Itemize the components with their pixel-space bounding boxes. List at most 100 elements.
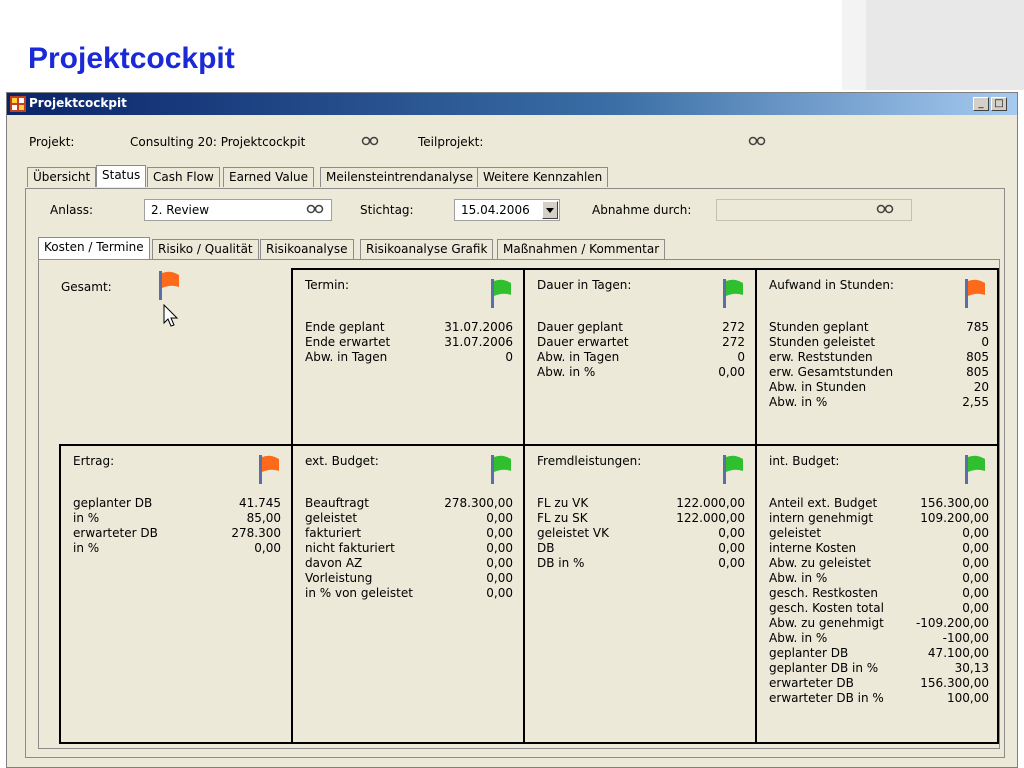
- anlass-field[interactable]: 2. Review: [144, 199, 332, 221]
- gesamt-status-flag-icon: [159, 271, 179, 300]
- table-row: FL zu SK 122.000,00: [537, 511, 745, 525]
- aufwand-title: Aufwand in Stunden:: [769, 278, 894, 292]
- abnahme-label: Abnahme durch:: [592, 203, 692, 217]
- fremdleistungen-cell: Fremdleistungen: FL zu VK 122.000,00 FL z…: [523, 444, 757, 744]
- table-row: geplanter DB in % 30,13: [769, 661, 989, 675]
- gesamt-cell: Gesamt:: [39, 268, 293, 444]
- ertrag-title: Ertrag:: [73, 454, 115, 468]
- slide-decoration-strip: [842, 0, 866, 90]
- table-row: Abw. zu genehmigt -109.200,00: [769, 616, 989, 630]
- table-row: in % 0,00: [73, 541, 281, 555]
- aufwand-cell: Aufwand in Stunden: Stunden geplant 785 S…: [755, 268, 999, 446]
- termin-status-flag-icon: [491, 279, 511, 308]
- table-row: erwarteter DB 278.300: [73, 526, 281, 540]
- table-row: interne Kosten 0,00: [769, 541, 989, 555]
- tab-earned-value[interactable]: Earned Value: [223, 167, 315, 187]
- gesamt-label: Gesamt:: [61, 280, 112, 294]
- termin-title: Termin:: [305, 278, 350, 292]
- tab-risikoanalyse[interactable]: Risikoanalyse: [260, 239, 354, 259]
- int-budget-cell: int. Budget: Anteil ext. Budget 156.300,0…: [755, 444, 999, 744]
- table-row: fakturiert 0,00: [305, 526, 513, 540]
- termin-cell: Termin: Ende geplant 31.07.2006 Ende erwa…: [291, 268, 525, 446]
- status-panel: Anlass: 2. Review Stichtag: 15.04.2006 A…: [25, 188, 1005, 758]
- anlass-value: 2. Review: [151, 203, 210, 217]
- tab-status[interactable]: Status: [96, 165, 147, 187]
- dauer-rows: Dauer geplant 272 Dauer erwartet 272 Abw. …: [537, 320, 745, 380]
- table-row: Dauer erwartet 272: [537, 335, 745, 349]
- aufwand-rows: Stunden geplant 785 Stunden geleistet 0 er…: [769, 320, 989, 410]
- table-row: Abw. in % 0,00: [769, 571, 989, 585]
- termin-rows: Ende geplant 31.07.2006 Ende erwartet 31.0…: [305, 320, 513, 365]
- stichtag-date-picker[interactable]: 15.04.2006: [454, 199, 560, 221]
- window-titlebar[interactable]: Projektcockpit _ □: [7, 93, 1017, 115]
- anlass-lookup-glasses-icon[interactable]: [306, 203, 324, 215]
- abnahme-lookup-glasses-icon[interactable]: [876, 203, 894, 215]
- window-title: Projektcockpit: [29, 96, 127, 110]
- table-row: Ende geplant 31.07.2006: [305, 320, 513, 334]
- main-tab-strip: Übersicht Status Cash Flow Earned Value …: [27, 165, 1007, 189]
- table-row: erw. Gesamtstunden 805: [769, 365, 989, 379]
- table-row: erwarteter DB in % 100,00: [769, 691, 989, 705]
- int-budget-rows: Anteil ext. Budget 156.300,00 intern gene…: [769, 496, 989, 706]
- tab-risikoanalyse-grafik[interactable]: Risikoanalyse Grafik: [360, 239, 494, 259]
- table-row: Abw. in Stunden 20: [769, 380, 989, 394]
- ext-budget-status-flag-icon: [491, 455, 511, 484]
- table-row: Abw. in Tagen 0: [537, 350, 745, 364]
- table-row: Abw. in % 0,00: [537, 365, 745, 379]
- minimize-button[interactable]: _: [973, 97, 989, 111]
- ertrag-status-flag-icon: [259, 455, 279, 484]
- teilprojekt-label: Teilprojekt:: [418, 135, 484, 149]
- table-row: in % von geleistet 0,00: [305, 586, 513, 600]
- teilprojekt-lookup-glasses-icon[interactable]: [748, 135, 766, 147]
- table-row: Anteil ext. Budget 156.300,00: [769, 496, 989, 510]
- table-row: Abw. zu geleistet 0,00: [769, 556, 989, 570]
- stichtag-dropdown-button[interactable]: [542, 201, 558, 219]
- dauer-title: Dauer in Tagen:: [537, 278, 632, 292]
- stichtag-label: Stichtag:: [360, 203, 414, 217]
- table-row: DB in % 0,00: [537, 556, 745, 570]
- tab-massnahmen-kommentar[interactable]: Maßnahmen / Kommentar: [497, 239, 666, 259]
- table-row: Abw. in % -100,00: [769, 631, 989, 645]
- table-row: Dauer geplant 272: [537, 320, 745, 334]
- slide-decoration-panel: [842, 0, 1024, 90]
- ertrag-rows: geplanter DB 41.745 in % 85,00 erwarteter …: [73, 496, 281, 556]
- table-row: Stunden geplant 785: [769, 320, 989, 334]
- stichtag-value: 15.04.2006: [461, 203, 530, 217]
- tab-meilensteintrendanalyse[interactable]: Meilensteintrendanalyse: [320, 167, 480, 187]
- tab-uebersicht[interactable]: Übersicht: [27, 167, 97, 187]
- lookup-glasses-icon[interactable]: [361, 135, 379, 147]
- ext-budget-cell: ext. Budget: Beauftragt 278.300,00 geleis…: [291, 444, 525, 744]
- table-row: geleistet VK 0,00: [537, 526, 745, 540]
- slide-title: Projektcockpit: [28, 42, 235, 75]
- table-row: Beauftragt 278.300,00: [305, 496, 513, 510]
- anlass-label: Anlass:: [50, 203, 94, 217]
- maximize-button[interactable]: □: [991, 97, 1007, 111]
- tab-cash-flow[interactable]: Cash Flow: [147, 167, 220, 187]
- projekt-value: Consulting 20: Projektcockpit: [130, 135, 306, 149]
- table-row: geleistet 0,00: [305, 511, 513, 525]
- table-row: Vorleistung 0,00: [305, 571, 513, 585]
- table-row: Stunden geleistet 0: [769, 335, 989, 349]
- kosten-termine-panel: Gesamt: Termin: Ende geplant 31.07.2006 E…: [38, 259, 1000, 749]
- dauer-status-flag-icon: [723, 279, 743, 308]
- table-row: in % 85,00: [73, 511, 281, 525]
- table-row: erwarteter DB 156.300,00: [769, 676, 989, 690]
- app-window: Projektcockpit _ □ Projekt: Consulting 2…: [6, 92, 1018, 768]
- app-icon: [10, 96, 26, 112]
- tab-kosten-termine[interactable]: Kosten / Termine: [38, 237, 150, 259]
- table-row: geplanter DB 41.745: [73, 496, 281, 510]
- table-row: geleistet 0,00: [769, 526, 989, 540]
- table-row: Abw. in % 2,55: [769, 395, 989, 409]
- fremdleistungen-rows: FL zu VK 122.000,00 FL zu SK 122.000,00 ge…: [537, 496, 745, 571]
- fremdleistungen-status-flag-icon: [723, 455, 743, 484]
- aufwand-status-flag-icon: [965, 279, 985, 308]
- fremdleistungen-title: Fremdleistungen:: [537, 454, 642, 468]
- ext-budget-rows: Beauftragt 278.300,00 geleistet 0,00 faktu…: [305, 496, 513, 601]
- int-budget-title: int. Budget:: [769, 454, 840, 468]
- table-row: davon AZ 0,00: [305, 556, 513, 570]
- tab-weitere-kennzahlen[interactable]: Weitere Kennzahlen: [477, 167, 609, 187]
- table-row: geplanter DB 47.100,00: [769, 646, 989, 660]
- tab-risiko-qualitaet[interactable]: Risiko / Qualität: [152, 239, 259, 259]
- ertrag-cell: Ertrag: geplanter DB 41.745 in % 85,00 erw…: [59, 444, 293, 744]
- int-budget-status-flag-icon: [965, 455, 985, 484]
